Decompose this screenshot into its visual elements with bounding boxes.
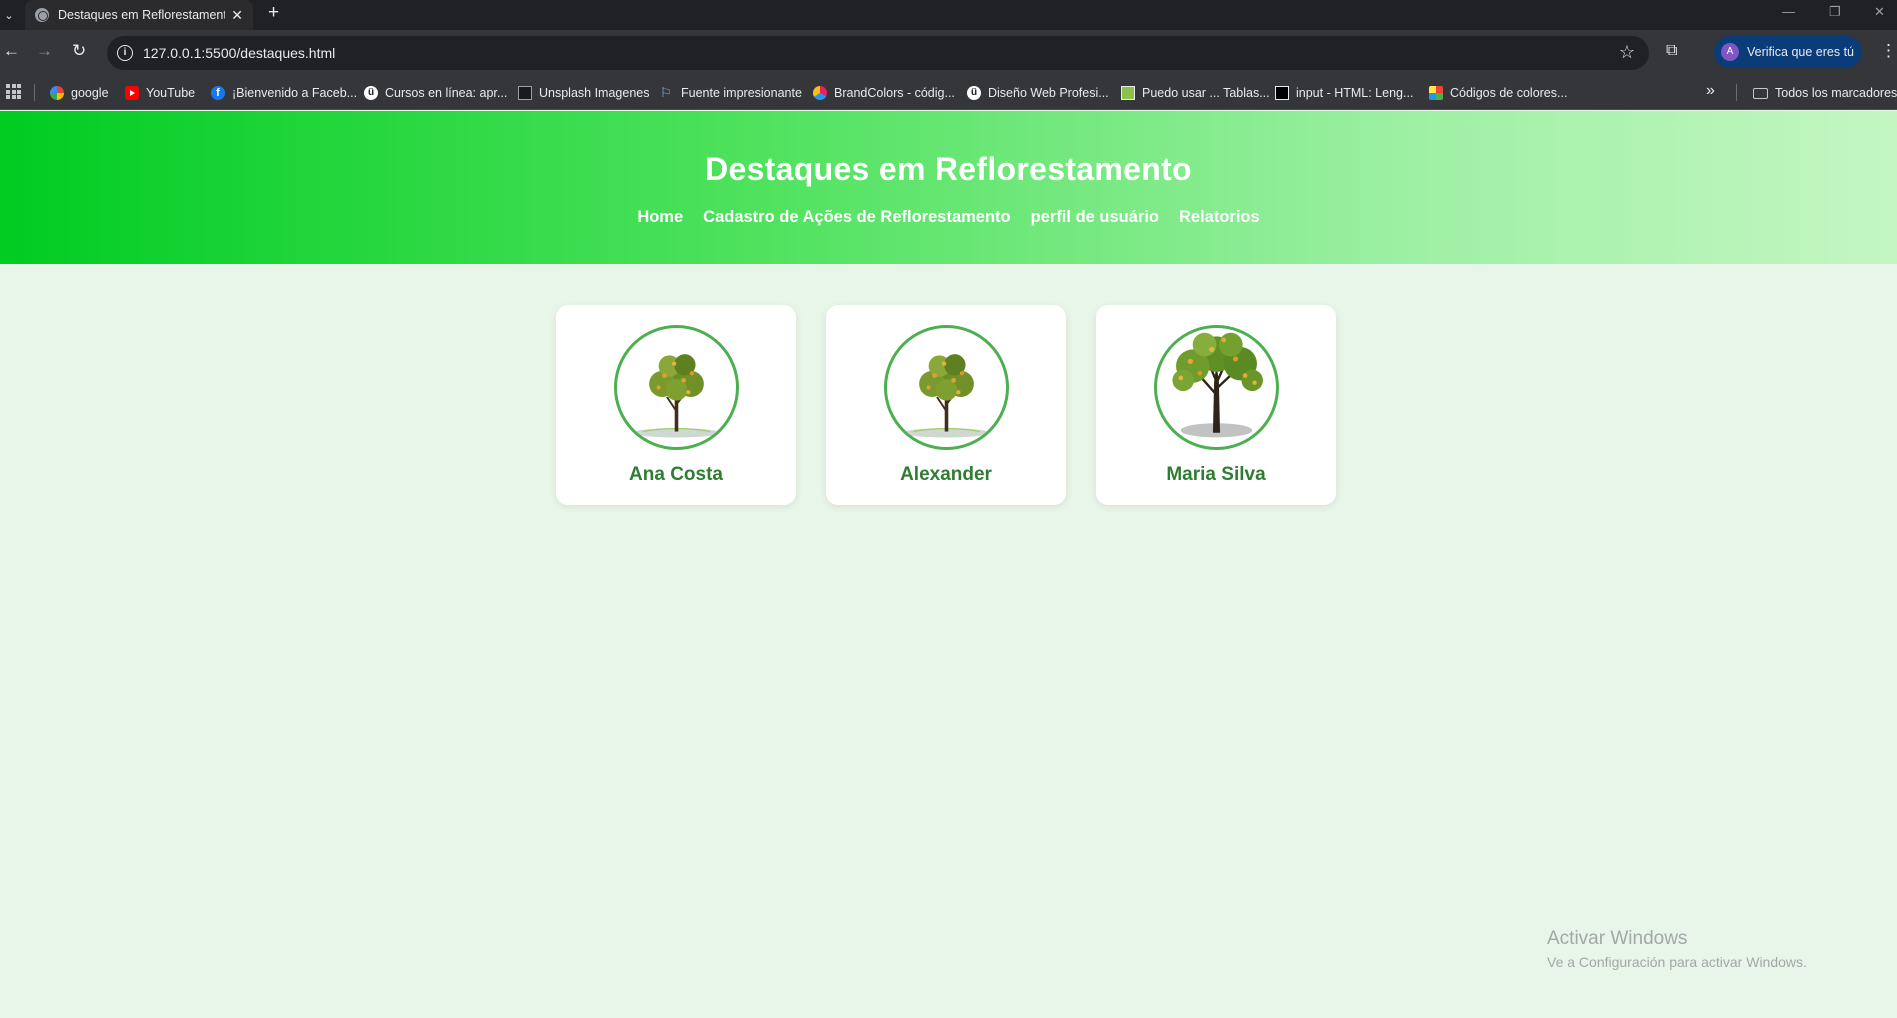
restore-button[interactable]: ❐	[1829, 4, 1841, 20]
highlight-card[interactable]: Maria Silva	[1096, 305, 1336, 505]
address-bar[interactable]: i 127.0.0.1:5500/destaques.html ☆	[107, 36, 1649, 70]
bookmark-fuente[interactable]: ⚐ Fuente impresionante	[660, 83, 802, 103]
highlight-card[interactable]: Alexander	[826, 305, 1066, 505]
extensions-puzzle-icon[interactable]: ⧉	[1666, 42, 1677, 60]
facebook-icon: f	[211, 86, 225, 100]
youtube-icon	[125, 86, 139, 100]
kebab-menu-icon[interactable]: ⋮	[1880, 41, 1897, 61]
flag-icon: ⚐	[660, 85, 672, 100]
bookmark-label: Puedo usar ... Tablas...	[1142, 86, 1270, 100]
divider	[34, 84, 35, 101]
forward-arrow-icon[interactable]: →	[36, 41, 53, 61]
tree-icon	[903, 354, 989, 438]
browser-toolbar: ← → ↻ i 127.0.0.1:5500/destaques.html ☆	[0, 30, 1897, 75]
highlights-grid: Ana Costa Alexander Maria Silva	[556, 305, 1336, 505]
new-tab-button[interactable]: +	[268, 2, 279, 24]
site-info-icon[interactable]: i	[117, 45, 133, 61]
tab-close-icon[interactable]: ✕	[231, 7, 243, 24]
card-name: Maria Silva	[1166, 464, 1266, 485]
unsplash-icon	[518, 86, 532, 100]
bookmark-google[interactable]: google	[50, 83, 109, 103]
tree-icon	[1171, 332, 1263, 438]
bookmark-label: YouTube	[146, 86, 196, 100]
bookmark-label: Códigos de colores...	[1450, 86, 1568, 100]
brandcolors-icon	[813, 86, 827, 100]
bookmark-label: ¡Bienvenido a Faceb...	[232, 86, 358, 100]
card-name: Alexander	[900, 464, 992, 485]
bookmark-unsplash[interactable]: Unsplash Imagenes	[518, 83, 649, 103]
bookmark-codigos[interactable]: Códigos de colores...	[1429, 83, 1567, 103]
tree-image	[1153, 325, 1279, 450]
nav-link-cadastro[interactable]: Cadastro de Ações de Reflorestamento	[703, 208, 1010, 227]
main-nav: Home Cadastro de Ações de Reflorestament…	[0, 208, 1897, 227]
nav-link-perfil[interactable]: perfil de usuário	[1031, 208, 1159, 227]
bookmark-label: Todos los marcadores	[1775, 86, 1897, 100]
bookmark-label: Unsplash Imagenes	[539, 86, 650, 100]
minimize-button[interactable]: —	[1782, 4, 1795, 19]
bookmark-label: Cursos en línea: apr...	[385, 86, 508, 100]
bookmark-cursos[interactable]: ü Cursos en línea: apr...	[364, 83, 507, 103]
windows-activation-watermark: Activar Windows Ve a Configuración para …	[1547, 928, 1807, 970]
page-viewport: Destaques em Reflorestamento Home Cadast…	[0, 111, 1897, 1018]
nav-link-relatorios[interactable]: Relatorios	[1179, 208, 1260, 227]
bookmark-mdn-input[interactable]: input - HTML: Leng...	[1275, 83, 1413, 103]
watermark-subtitle: Ve a Configuración para activar Windows.	[1547, 954, 1807, 970]
udemy-icon: ü	[967, 86, 981, 100]
bookmark-star-icon[interactable]: ☆	[1619, 42, 1635, 63]
watermark-title: Activar Windows	[1547, 928, 1688, 949]
all-bookmarks-folder[interactable]: Todos los marcadores	[1753, 83, 1897, 103]
divider	[1736, 84, 1737, 101]
page-title: Destaques em Reflorestamento	[705, 151, 1192, 187]
nav-link-home[interactable]: Home	[637, 208, 683, 227]
image-icon	[1121, 86, 1135, 100]
google-icon	[50, 86, 64, 100]
color-codes-icon	[1429, 86, 1443, 100]
close-window-button[interactable]: ✕	[1874, 4, 1885, 20]
browser-tab[interactable]: Destaques em Reflorestamento ✕	[25, 0, 253, 30]
bookmarks-bar: google YouTube f ¡Bienvenido a Faceb... …	[0, 75, 1897, 110]
highlight-card[interactable]: Ana Costa	[556, 305, 796, 505]
bookmark-label: input - HTML: Leng...	[1296, 86, 1414, 100]
url-text[interactable]: 127.0.0.1:5500/destaques.html	[143, 45, 335, 61]
profile-button[interactable]: A Verifica que eres tú	[1714, 36, 1862, 68]
avatar: A	[1721, 43, 1739, 61]
bookmark-youtube[interactable]: YouTube	[125, 83, 195, 103]
bookmark-puedo-usar[interactable]: Puedo usar ... Tablas...	[1121, 83, 1270, 103]
bookmark-diseno[interactable]: ü Diseño Web Profesi...	[967, 83, 1109, 103]
bookmark-label: Diseño Web Profesi...	[988, 86, 1109, 100]
udemy-icon: ü	[364, 86, 378, 100]
browser-tab-bar: ⌄ Destaques em Reflorestamento ✕ + — ❐ ✕	[0, 0, 1897, 30]
bookmark-brandcolors[interactable]: BrandColors - códig...	[813, 83, 955, 103]
bookmark-label: Fuente impresionante	[681, 86, 802, 100]
apps-grid-icon[interactable]	[6, 84, 21, 99]
bookmark-label: google	[71, 86, 109, 100]
site-header: Destaques em Reflorestamento Home Cadast…	[0, 111, 1897, 264]
tab-title: Destaques em Reflorestamento	[58, 8, 226, 22]
profile-label: Verifica que eres tú	[1747, 45, 1855, 59]
tree-icon	[633, 354, 719, 438]
card-name: Ana Costa	[629, 464, 723, 485]
tab-search-icon[interactable]: ⌄	[0, 3, 18, 27]
bookmark-facebook[interactable]: f ¡Bienvenido a Faceb...	[211, 83, 357, 103]
mdn-icon	[1275, 86, 1289, 100]
chevron-double-right-icon[interactable]: »	[1706, 82, 1715, 100]
back-arrow-icon[interactable]: ←	[3, 41, 20, 61]
tree-image	[883, 325, 1009, 450]
folder-icon	[1753, 87, 1768, 99]
reload-icon[interactable]: ↻	[72, 41, 86, 61]
tree-image	[613, 325, 739, 450]
bookmark-label: BrandColors - códig...	[834, 86, 955, 100]
globe-icon	[35, 8, 49, 22]
